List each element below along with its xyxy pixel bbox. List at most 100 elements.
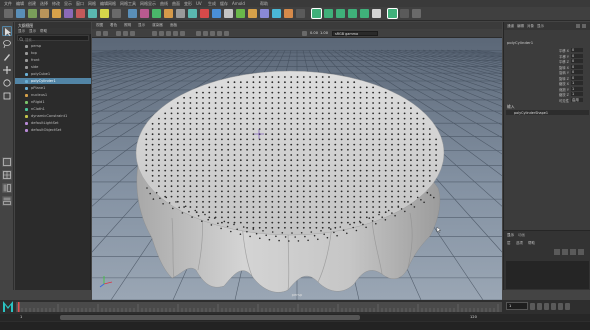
outliner-item[interactable]: dynamicConstraint1	[15, 113, 91, 119]
new-layer-icon[interactable]	[554, 249, 560, 255]
attribute-value[interactable]: 0	[571, 53, 583, 58]
range-end-field[interactable]: 120	[470, 315, 477, 319]
channel-box-menu-object[interactable]: 对象	[527, 24, 534, 29]
hypershade-icon[interactable]	[272, 9, 281, 18]
outliner-item[interactable]: side	[15, 64, 91, 70]
outliner-item[interactable]: defaultObjectSet	[15, 127, 91, 133]
new-layer-selected-icon[interactable]	[562, 249, 568, 255]
separator-icon-2[interactable]	[296, 9, 305, 18]
render-icon[interactable]	[248, 9, 257, 18]
layer-menu-help[interactable]: 帮助	[528, 241, 535, 246]
channel-attribute-row[interactable]: 旋转 X0	[504, 64, 590, 70]
paint-select-icon[interactable]	[2, 52, 12, 62]
attribute-value[interactable]: 1	[571, 92, 583, 96]
outliner-item[interactable]: nucleus1	[15, 92, 91, 98]
poly-plane-icon[interactable]	[88, 9, 97, 18]
channel-attribute-row[interactable]: 缩放 Y1	[504, 86, 590, 92]
cloth-cache-icon[interactable]	[387, 8, 398, 19]
outliner-item[interactable]: nCloth1	[15, 106, 91, 112]
play-back-icon[interactable]	[544, 303, 549, 310]
channel-attribute-row[interactable]: 平移 Z0	[504, 59, 590, 64]
camera-icon[interactable]	[128, 9, 137, 18]
grid-toggle-icon[interactable]	[116, 31, 121, 36]
color-space-select[interactable]: sRGB gamma	[332, 31, 378, 36]
current-frame-field[interactable]: 1	[506, 302, 528, 310]
go-to-end-icon[interactable]	[565, 303, 570, 310]
viewport-menu-item[interactable]: 面板	[170, 23, 177, 28]
channel-attribute-row[interactable]: 平移 Y0	[504, 53, 590, 59]
viewport-panel[interactable]: 视图 着色 照明 显示 渲染器 面板 0.00 1.00 sRGB gamma	[92, 22, 502, 300]
outliner-item[interactable]: persp	[15, 43, 91, 49]
graph-layout-icon[interactable]	[2, 196, 12, 206]
panel-options-icon[interactable]	[576, 23, 588, 29]
poly-sphere-icon[interactable]	[52, 9, 61, 18]
ipr-render-icon[interactable]	[260, 9, 269, 18]
camera-attributes-icon[interactable]	[96, 31, 101, 36]
range-slider-handle[interactable]	[60, 315, 360, 320]
lattice-icon[interactable]	[176, 9, 185, 18]
step-forward-icon[interactable]	[558, 303, 563, 310]
layer-menu-layers[interactable]: 层	[507, 241, 511, 246]
attribute-value[interactable]: 0	[571, 48, 583, 52]
attribute-value[interactable]: 启用	[571, 97, 583, 102]
cluster-icon[interactable]	[188, 9, 197, 18]
ncloth-constraint-icon[interactable]	[336, 9, 345, 18]
channel-box-menu-channels[interactable]: 通道	[507, 24, 514, 29]
channel-attribute-row[interactable]: 平移 X0	[504, 48, 590, 53]
four-view-icon[interactable]	[2, 170, 12, 180]
shelf-settings-icon[interactable]	[400, 9, 409, 18]
timeline-track[interactable]	[16, 302, 502, 312]
channel-attribute-row[interactable]: 缩放 Z1	[504, 92, 590, 97]
attribute-value[interactable]: 0	[571, 75, 583, 80]
poly-cylinder-icon[interactable]	[76, 9, 85, 18]
outliner-search-input[interactable]: 搜索...	[17, 35, 89, 42]
resolution-gate-icon[interactable]	[130, 31, 135, 36]
menu-item-17[interactable]: Arnold	[232, 1, 245, 6]
viewport-menu-item[interactable]: 渲染器	[152, 23, 163, 28]
channel-box-input-item[interactable]: polyCylinderShape1	[506, 110, 589, 115]
viewport-menu-item[interactable]: 视图	[96, 23, 103, 28]
layer-down-icon[interactable]	[578, 249, 584, 255]
wireframe-icon[interactable]	[152, 31, 157, 36]
current-time-marker[interactable]	[18, 302, 20, 312]
viewport-menu-item[interactable]: 显示	[138, 23, 145, 28]
outliner-item[interactable]: defaultLightSet	[15, 120, 91, 126]
passive-collider-icon[interactable]	[324, 9, 333, 18]
viewport-scene[interactable]	[92, 38, 502, 300]
motion-blur-icon[interactable]	[217, 31, 222, 36]
render-settings-icon[interactable]	[284, 9, 293, 18]
shelf-tab-icon[interactable]	[4, 9, 13, 18]
scale-tool-icon[interactable]	[2, 91, 12, 101]
lasso-tool-icon[interactable]	[2, 39, 12, 49]
range-start-field[interactable]: 1	[20, 315, 22, 319]
layer-tab-anim[interactable]: 动画	[518, 233, 525, 238]
color-management-icon[interactable]	[302, 31, 307, 36]
nucleus-settings-icon[interactable]	[348, 9, 357, 18]
outliner-item[interactable]: nRigid1	[15, 99, 91, 105]
channel-attribute-row[interactable]: 旋转 Y0	[504, 70, 590, 75]
command-line[interactable]	[0, 322, 590, 330]
texture-editor-icon[interactable]	[372, 9, 381, 18]
smooth-shade-icon[interactable]	[159, 31, 164, 36]
outliner-item[interactable]: front	[15, 57, 91, 63]
attribute-value[interactable]: 1	[571, 86, 583, 91]
viewport-menu-item[interactable]: 照明	[124, 23, 131, 28]
playblast-icon[interactable]	[236, 9, 245, 18]
channel-box-menu-show[interactable]: 显示	[537, 24, 544, 29]
move-tool-icon[interactable]	[2, 65, 12, 75]
shadows-icon[interactable]	[180, 31, 185, 36]
gamma-value[interactable]: 1.00	[320, 31, 328, 35]
channel-attribute-row[interactable]: 旋转 Z0	[504, 75, 590, 81]
outliner-item[interactable]: pPlane1	[15, 85, 91, 91]
layer-menu-options[interactable]: 选项	[516, 241, 523, 246]
ncloth-create-icon[interactable]	[311, 8, 322, 19]
channel-attribute-row[interactable]: 缩放 X1	[504, 81, 590, 86]
isolate-icon[interactable]	[203, 31, 208, 36]
bookmark-icon[interactable]	[103, 31, 108, 36]
go-to-start-icon[interactable]	[530, 303, 535, 310]
rotate-tool-icon[interactable]	[2, 78, 12, 88]
channel-box-menu-edit[interactable]: 编辑	[517, 24, 524, 29]
nurbs-sphere-icon[interactable]	[28, 9, 37, 18]
blend-shape-icon[interactable]	[200, 9, 209, 18]
curve-tool-icon[interactable]	[16, 9, 25, 18]
